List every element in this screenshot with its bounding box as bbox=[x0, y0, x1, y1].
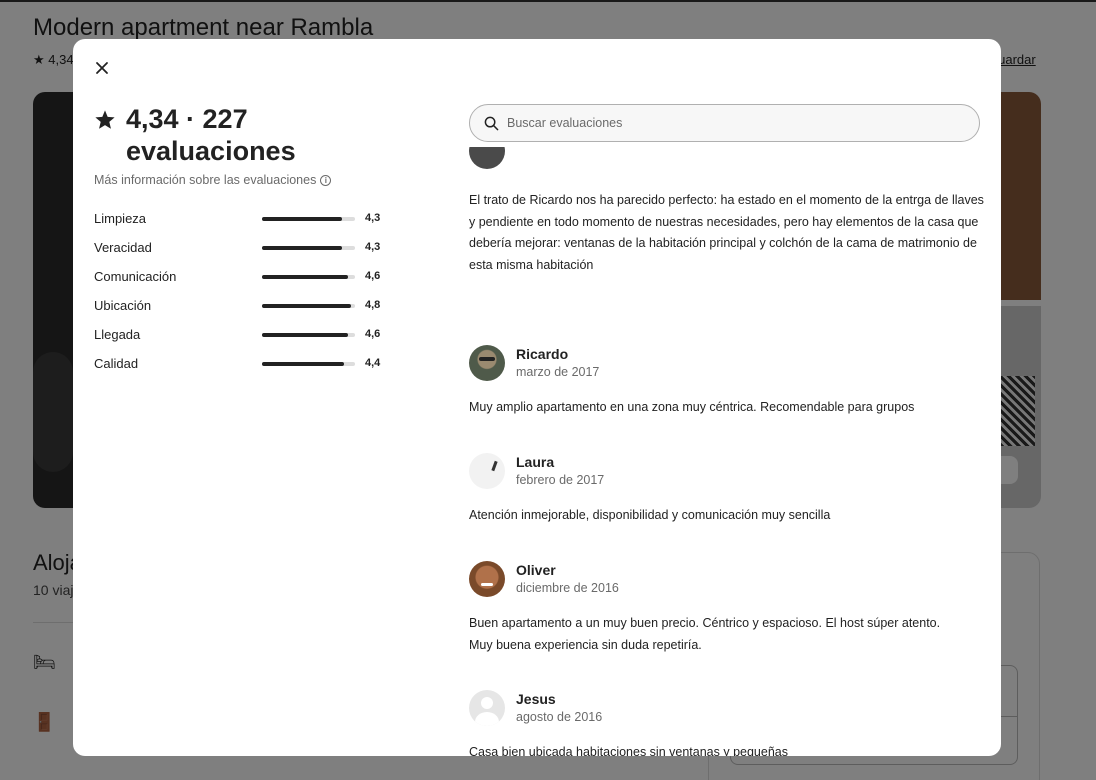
reviewer-name: Ricardo bbox=[516, 345, 569, 362]
category-bar-fill bbox=[262, 362, 344, 366]
reviewer-name: Oliver bbox=[516, 561, 556, 578]
category-row: Ubicación 4,8 bbox=[94, 294, 394, 323]
category-bar-fill bbox=[262, 217, 342, 221]
category-ratings: Limpieza 4,3 Veracidad 4,3 Comunicación … bbox=[94, 207, 394, 381]
review-item: Laura febrero de 2017 Atención inmejorab… bbox=[469, 453, 984, 527]
overall-rating: 4,34 · 227 evaluaciones bbox=[126, 104, 296, 166]
review-text: El trato de Ricardo nos ha parecido perf… bbox=[469, 193, 984, 272]
category-bar-fill bbox=[262, 333, 348, 337]
close-icon bbox=[96, 62, 108, 74]
review-text: Atención inmejorable, disponibilidad y c… bbox=[469, 508, 831, 522]
review-text: Casa bien ubicada habitaciones sin venta… bbox=[469, 745, 788, 756]
info-icon: i bbox=[320, 174, 332, 186]
review-item: Oliver diciembre de 2016 Buen apartament… bbox=[469, 561, 984, 656]
review-item: El trato de Ricardo nos ha parecido perf… bbox=[469, 190, 984, 276]
review-item: Jesus agosto de 2016 Casa bien ubicada h… bbox=[469, 690, 984, 756]
avatar bbox=[469, 147, 505, 169]
category-row: Veracidad 4,3 bbox=[94, 236, 394, 265]
close-button[interactable] bbox=[89, 55, 115, 81]
review-date: agosto de 2016 bbox=[516, 709, 603, 724]
category-bar bbox=[262, 333, 355, 337]
category-label: Veracidad bbox=[94, 240, 152, 255]
review-text: Buen apartamento a un muy buen precio. C… bbox=[469, 616, 941, 652]
category-label: Llegada bbox=[94, 327, 141, 342]
category-value: 4,3 bbox=[365, 241, 381, 253]
more-info-label: Más información sobre las evaluaciones bbox=[94, 173, 317, 187]
category-bar-fill bbox=[262, 275, 348, 279]
category-bar-fill bbox=[262, 304, 352, 308]
avatar[interactable] bbox=[469, 690, 505, 726]
more-info-link[interactable]: Más información sobre las evaluaciones i bbox=[94, 173, 394, 187]
category-row: Limpieza 4,3 bbox=[94, 207, 394, 236]
avatar[interactable] bbox=[469, 453, 505, 489]
category-bar bbox=[262, 217, 355, 221]
review-date: febrero de 2017 bbox=[516, 472, 605, 487]
reviews-modal: 4,34 · 227 evaluaciones Más información … bbox=[73, 39, 1001, 756]
avatar[interactable] bbox=[469, 345, 505, 381]
category-value: 4,3 bbox=[365, 212, 381, 224]
reviewer-name: Jesus bbox=[516, 690, 556, 707]
category-row: Comunicación 4,6 bbox=[94, 265, 394, 294]
search-icon bbox=[484, 116, 499, 130]
category-bar bbox=[262, 304, 355, 308]
category-bar bbox=[262, 246, 355, 250]
avatar[interactable] bbox=[469, 561, 505, 597]
review-text: Muy amplio apartamento en una zona muy c… bbox=[469, 400, 915, 414]
category-value: 4,8 bbox=[365, 299, 381, 311]
category-row: Calidad 4,4 bbox=[94, 352, 394, 381]
search-reviews[interactable] bbox=[469, 104, 980, 142]
category-value: 4,6 bbox=[365, 328, 381, 340]
category-label: Calidad bbox=[94, 356, 139, 371]
category-value: 4,4 bbox=[365, 357, 381, 369]
review-list[interactable]: El trato de Ricardo nos ha parecido perf… bbox=[469, 147, 989, 756]
review-date: marzo de 2017 bbox=[516, 364, 600, 379]
category-bar-fill bbox=[262, 246, 342, 250]
review-item: Ricardo marzo de 2017 Muy amplio apartam… bbox=[469, 345, 984, 419]
category-bar bbox=[262, 275, 355, 279]
category-row: Llegada 4,6 bbox=[94, 323, 394, 352]
category-bar bbox=[262, 362, 355, 366]
category-value: 4,6 bbox=[365, 270, 381, 282]
category-label: Limpieza bbox=[94, 211, 147, 226]
star-icon bbox=[95, 110, 115, 129]
category-label: Comunicación bbox=[94, 269, 177, 284]
search-input[interactable] bbox=[507, 116, 947, 130]
reviewer-name: Laura bbox=[516, 453, 555, 470]
rating-summary: 4,34 · 227 evaluaciones Más información … bbox=[94, 103, 394, 381]
category-label: Ubicación bbox=[94, 298, 152, 313]
review-date: diciembre de 2016 bbox=[516, 580, 619, 595]
